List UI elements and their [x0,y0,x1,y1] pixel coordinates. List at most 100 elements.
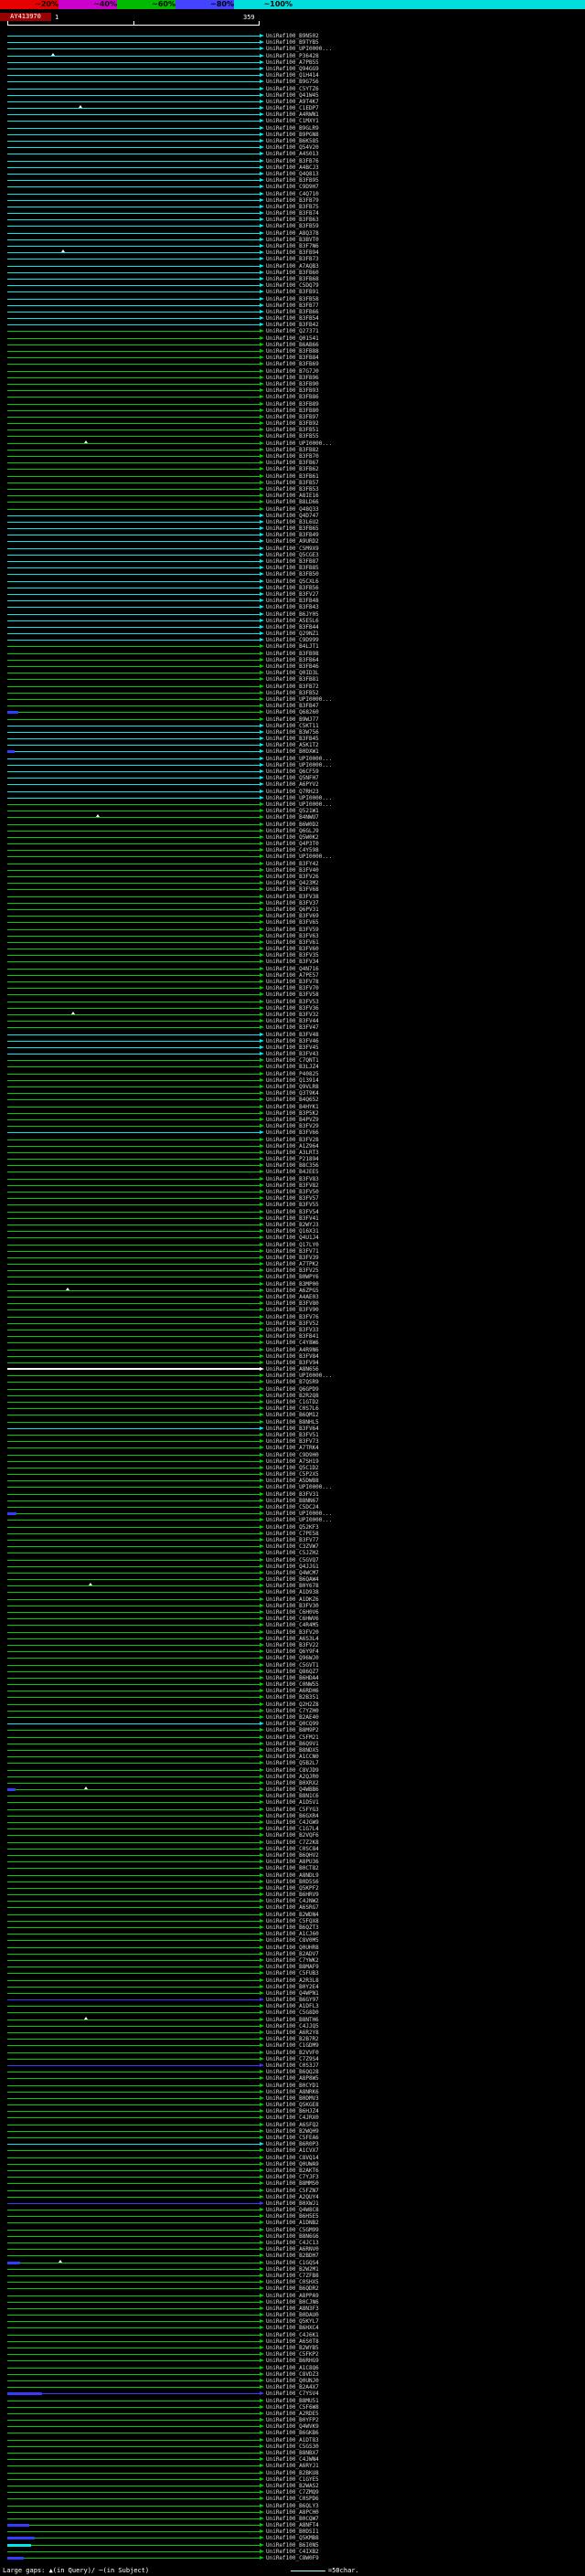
hit-row[interactable]: UniRef100_B3FB77 [0,302,585,309]
hit-row[interactable]: UniRef100_Q4WBB6 [0,1786,585,1793]
hit-row[interactable]: UniRef100_C5DC24 [0,1504,585,1511]
hit-label[interactable]: UniRef100_B3FV57 [266,1195,319,1202]
alignment-bar[interactable] [7,2318,260,2325]
hit-label[interactable]: UniRef100_C4R4M5 [266,1622,319,1628]
alignment-bar[interactable] [7,1970,260,1977]
alignment-bar[interactable] [7,368,260,375]
alignment-bar[interactable] [7,1018,260,1024]
hit-row[interactable]: UniRef100_B3FV70 [0,985,585,991]
hit-row[interactable]: UniRef100_B3FB56 [0,585,585,591]
hit-label[interactable]: UniRef100_B3FV36 [266,1005,319,1012]
hit-row[interactable]: UniRef100_C5FUB3 [0,1970,585,1977]
alignment-bar[interactable] [7,1557,260,1564]
hit-row[interactable]: UniRef100_B8N6G6 [0,2233,585,2240]
alignment-bar[interactable] [7,861,260,867]
alignment-bar[interactable] [7,230,260,237]
hit-row[interactable]: UniRef100_B2WAS2 [0,2483,585,2489]
alignment-bar[interactable] [7,328,260,334]
hit-row[interactable]: UniRef100_A6R2Y8 [0,2030,585,2036]
hit-row[interactable]: UniRef100_B3FV22 [0,1642,585,1648]
alignment-bar[interactable] [7,460,260,466]
hit-label[interactable]: UniRef100_C5G8D0 [266,2009,319,2016]
alignment-bar[interactable] [7,2240,260,2246]
hit-row[interactable]: UniRef100_Q4W8C8 [0,2207,585,2213]
hit-label[interactable]: UniRef100_Q4N716 [266,966,319,972]
hit-label[interactable]: UniRef100_C1GQS4 [266,2260,319,2266]
alignment-bar[interactable] [7,1090,260,1097]
alignment-bar[interactable] [7,1550,260,1556]
hit-label[interactable]: UniRef100_C5KT11 [266,723,319,729]
hit-row[interactable]: UniRef100_B3FB53 [0,486,585,493]
alignment-bar[interactable] [7,381,260,387]
hit-row[interactable]: UniRef100_B0DAU0 [0,2312,585,2318]
hit-label[interactable]: UniRef100_B8NTH6 [266,2017,319,2023]
alignment-bar[interactable] [7,2312,260,2318]
alignment-bar[interactable] [7,591,260,598]
hit-label[interactable]: UniRef100_Q5B2L7 [266,1760,319,1766]
hit-label[interactable]: UniRef100_B0XWJ1 [266,2200,319,2207]
hit-row[interactable]: UniRef100_C4JJQ5 [0,2023,585,2030]
hit-row[interactable]: UniRef100_A8Q378 [0,230,585,237]
alignment-bar[interactable] [7,361,260,367]
alignment-bar[interactable] [7,1491,260,1498]
hit-row[interactable]: UniRef100_A8N656 [0,1366,585,1373]
hit-row[interactable]: UniRef100_C1GQS4 [0,2259,585,2266]
query-accession-box[interactable]: AY413970 [0,13,51,21]
hit-label[interactable]: UniRef100_C5DC24 [266,1504,319,1511]
alignment-bar[interactable] [7,1248,260,1255]
alignment-bar[interactable] [7,1648,260,1655]
alignment-bar[interactable] [7,532,260,538]
alignment-bar[interactable] [7,585,260,591]
hit-label[interactable]: UniRef100_B3FV46 [266,1038,319,1044]
hit-row[interactable]: UniRef100_C4J6K1 [0,2332,585,2338]
alignment-bar[interactable] [7,132,260,138]
hit-row[interactable]: UniRef100_B3FV59 [0,927,585,933]
hit-row[interactable]: UniRef100_A6PYV2 [0,781,585,788]
hit-row[interactable]: UniRef100_UPI0000... [0,1517,585,1523]
alignment-bar[interactable] [7,716,260,723]
alignment-bar[interactable] [7,2555,260,2561]
hit-row[interactable]: UniRef100_A8PU36 [0,1859,585,1865]
hit-row[interactable]: UniRef100_Q6GLJ9 [0,828,585,834]
hit-row[interactable]: UniRef100_A6S3L4 [0,1636,585,1642]
hit-label[interactable]: UniRef100_B3FV33 [266,1327,319,1333]
hit-label[interactable]: UniRef100_B6W0D2 [266,822,319,828]
hit-row[interactable]: UniRef100_B3FV45 [0,1044,585,1051]
hit-row[interactable]: UniRef100_B3FV20 [0,1629,585,1636]
hit-label[interactable]: UniRef100_C5FQX8 [266,1918,319,1924]
hit-label[interactable]: UniRef100_Q4WBB6 [266,1786,319,1793]
alignment-bar[interactable] [7,243,260,249]
hit-label[interactable]: UniRef100_Q7RH23 [266,789,319,795]
alignment-bar[interactable] [7,52,260,59]
hit-label[interactable]: UniRef100_B3FV40 [266,867,319,874]
alignment-bar[interactable] [7,2062,260,2069]
alignment-bar[interactable] [7,433,260,440]
hit-label[interactable]: UniRef100_B9WJ77 [266,716,319,723]
alignment-bar[interactable] [7,1945,260,1951]
hit-label[interactable]: UniRef100_B3FB85 [266,565,319,571]
hit-label[interactable]: UniRef100_B3FV65 [266,919,319,926]
hit-row[interactable]: UniRef100_B3FV27 [0,591,585,598]
hit-row[interactable]: UniRef100_C8VJD9 [0,1767,585,1774]
alignment-bar[interactable] [7,1189,260,1195]
alignment-bar[interactable] [7,1774,260,1780]
hit-row[interactable]: UniRef100_UPI0000... [0,696,585,703]
hit-label[interactable]: UniRef100_B3FB51 [266,427,319,433]
hit-label[interactable]: UniRef100_C1EDP7 [266,105,319,111]
hit-row[interactable]: UniRef100_B0DMV3 [0,2095,585,2102]
alignment-bar[interactable] [7,394,260,400]
hit-label[interactable]: UniRef100_B3FB69 [266,361,319,367]
alignment-bar[interactable] [7,874,260,880]
hit-row[interactable]: UniRef100_A6S0T8 [0,2338,585,2345]
alignment-bar[interactable] [7,276,260,282]
alignment-bar[interactable] [7,578,260,585]
hit-row[interactable]: UniRef100_B6K585 [0,138,585,144]
alignment-bar[interactable] [7,886,260,893]
hit-label[interactable]: UniRef100_A8PPA9 [266,2293,319,2299]
hit-row[interactable]: UniRef100_B3FV71 [0,1248,585,1255]
alignment-bar[interactable] [7,952,260,959]
hit-row[interactable]: UniRef100_Q4N716 [0,966,585,972]
hit-row[interactable]: UniRef100_UPI0000... [0,795,585,801]
alignment-bar[interactable] [7,1242,260,1248]
hit-label[interactable]: UniRef100_UPI0000... [266,762,332,769]
